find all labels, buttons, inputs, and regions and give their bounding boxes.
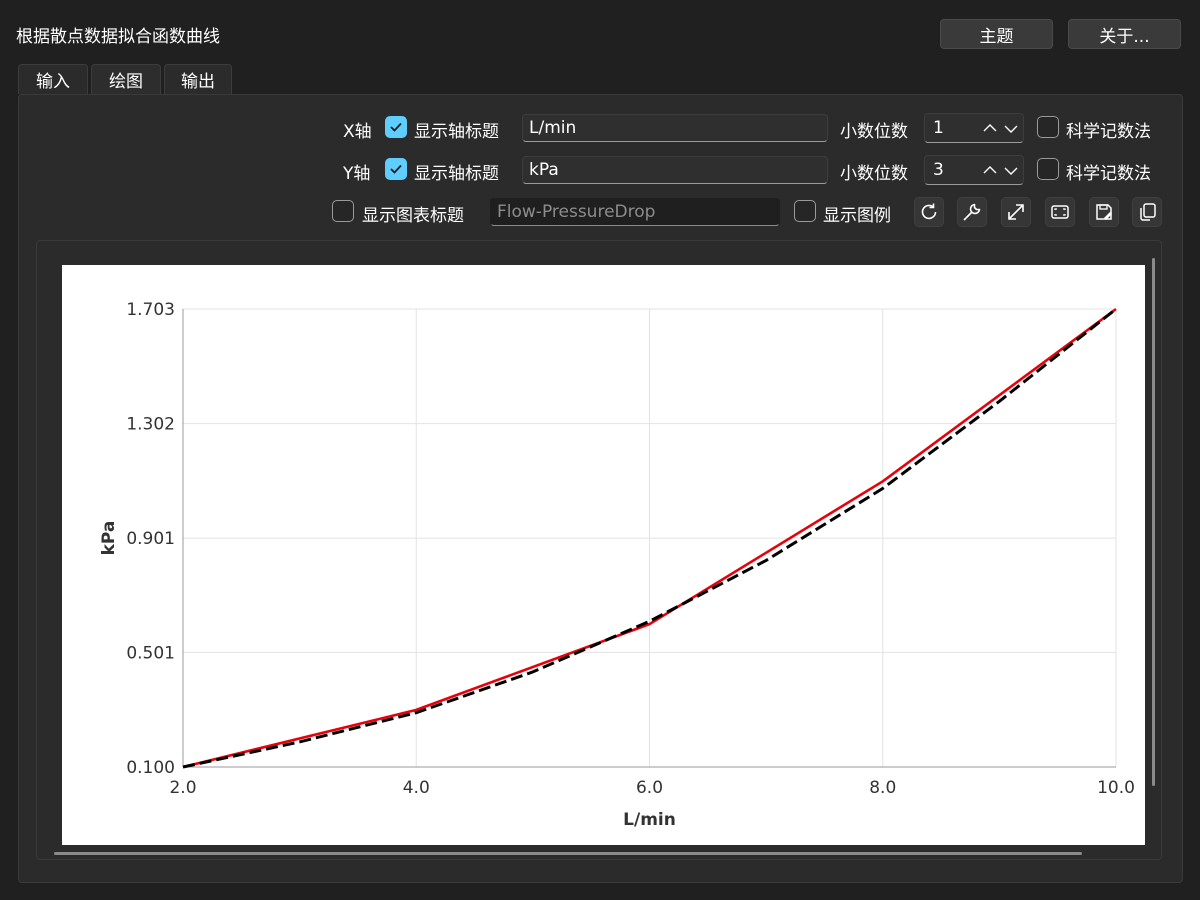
y-scientific-checkbox[interactable] (1037, 158, 1059, 180)
tab-plot[interactable]: 绘图 (91, 64, 161, 94)
save-icon (1096, 204, 1112, 220)
show-chart-title-label: 显示图表标题 (362, 206, 464, 226)
vertical-scrollbar[interactable] (1152, 258, 1155, 786)
horizontal-scrollbar[interactable] (54, 852, 1082, 855)
tab-output[interactable]: 输出 (164, 64, 232, 94)
x-decimals-spinner[interactable]: 1 (924, 113, 1024, 143)
y-decimals-spinner[interactable]: 3 (924, 155, 1024, 185)
chart-svg[interactable]: 2.0 4.0 6.0 8.0 10.0 0.100 0.501 0.901 1.302 1.70… (62, 265, 1145, 845)
x-show-title-checkbox[interactable] (385, 116, 407, 138)
y-tick-label: 1.703 (126, 300, 175, 320)
x-scientific-label: 科学记数法 (1066, 122, 1151, 142)
theme-button[interactable]: 主题 (940, 19, 1053, 49)
checkmark-icon (390, 164, 402, 174)
refresh-button[interactable] (914, 197, 944, 227)
expand-button[interactable] (1001, 197, 1031, 227)
fit-view-button[interactable] (1045, 197, 1075, 227)
chevron-down-icon[interactable] (1003, 160, 1019, 180)
y-decimals-label: 小数位数 (840, 164, 908, 184)
refresh-icon (921, 203, 937, 220)
copy-icon (1140, 203, 1156, 221)
x-show-title-label: 显示轴标题 (414, 122, 499, 142)
x-tick-label: 4.0 (403, 778, 430, 798)
y-tick-label: 0.901 (126, 529, 175, 549)
x-tick-label: 2.0 (169, 778, 196, 798)
y-scientific-label: 科学记数法 (1066, 164, 1151, 184)
tab-input[interactable]: 输入 (18, 64, 88, 94)
fit-icon (1051, 205, 1069, 219)
x-axis-label: X轴 (343, 122, 372, 142)
x-tick-label: 10.0 (1097, 778, 1135, 798)
save-button[interactable] (1089, 197, 1119, 227)
x-tick-label: 6.0 (636, 778, 663, 798)
x-scientific-checkbox[interactable] (1037, 116, 1059, 138)
chart-title-input[interactable]: Flow-PressureDrop (490, 198, 780, 226)
show-legend-checkbox[interactable] (794, 200, 816, 222)
checkmark-icon (390, 122, 402, 132)
chevron-up-icon[interactable] (981, 118, 999, 138)
settings-button[interactable] (957, 197, 987, 227)
chart-canvas[interactable]: 2.0 4.0 6.0 8.0 10.0 0.100 0.501 0.901 1.302 1.70… (62, 265, 1145, 845)
copy-button[interactable] (1132, 197, 1162, 227)
y-show-title-label: 显示轴标题 (414, 164, 499, 184)
app-title: 根据散点数据拟合函数曲线 (16, 27, 220, 47)
show-chart-title-checkbox[interactable] (332, 200, 354, 222)
x-decimals-value: 1 (933, 118, 944, 138)
x-axis-title: L/min (623, 810, 676, 830)
x-tick-label: 8.0 (869, 778, 896, 798)
y-decimals-value: 3 (933, 160, 944, 180)
about-button[interactable]: 关于... (1068, 19, 1181, 49)
x-decimals-label: 小数位数 (840, 122, 908, 142)
wrench-icon (963, 203, 981, 221)
expand-icon (1008, 204, 1024, 220)
x-axis-title-input[interactable]: L/min (522, 114, 828, 142)
chevron-up-icon[interactable] (981, 160, 999, 180)
chevron-down-icon[interactable] (1003, 118, 1019, 138)
y-axis-title: kPa (99, 521, 119, 556)
y-tick-label: 0.501 (126, 643, 175, 663)
y-tick-label: 0.100 (126, 758, 175, 778)
y-axis-label: Y轴 (343, 164, 371, 184)
y-axis-title-input[interactable]: kPa (522, 156, 828, 184)
y-tick-label: 1.302 (126, 415, 175, 435)
show-legend-label: 显示图例 (823, 206, 891, 226)
y-show-title-checkbox[interactable] (385, 158, 407, 180)
